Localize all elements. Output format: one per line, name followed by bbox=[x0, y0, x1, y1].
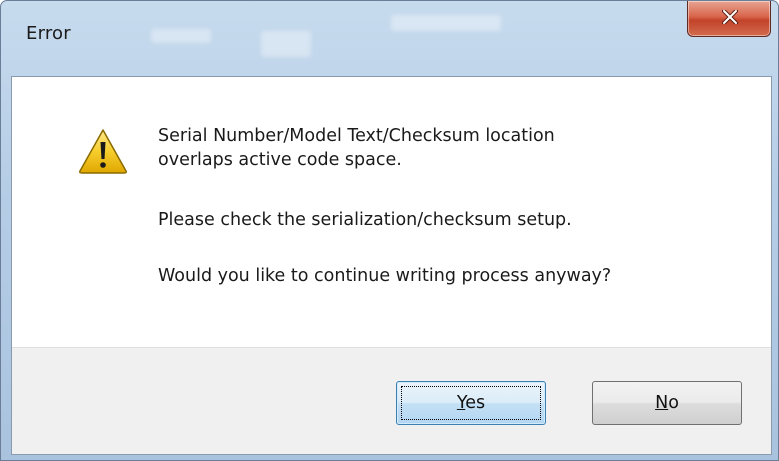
access-key: N bbox=[655, 393, 669, 413]
button-bar: Yes No bbox=[12, 347, 771, 454]
close-button[interactable] bbox=[687, 1, 771, 37]
label-rest: o bbox=[668, 393, 679, 413]
title-bar[interactable]: Error bbox=[1, 1, 778, 76]
yes-button-label: Yes bbox=[457, 393, 485, 413]
error-dialog: Error Serial Number/Model Text/Checksum … bbox=[0, 0, 779, 461]
warning-icon bbox=[79, 129, 127, 174]
window-title: Error bbox=[26, 23, 71, 44]
no-button[interactable]: No bbox=[592, 381, 742, 425]
dialog-content: Serial Number/Model Text/Checksum locati… bbox=[11, 76, 772, 455]
access-key: Y bbox=[456, 393, 466, 413]
close-icon bbox=[722, 10, 738, 24]
yes-button[interactable]: Yes bbox=[396, 381, 546, 425]
message-text: Would you like to continue writing proce… bbox=[158, 266, 612, 286]
label-rest: es bbox=[465, 393, 486, 413]
no-button-label: No bbox=[655, 393, 679, 413]
message-text: Serial Number/Model Text/Checksum locati… bbox=[158, 126, 555, 146]
message-text: overlaps active code space. bbox=[158, 150, 402, 170]
message-text: Please check the serialization/checksum … bbox=[158, 210, 572, 230]
